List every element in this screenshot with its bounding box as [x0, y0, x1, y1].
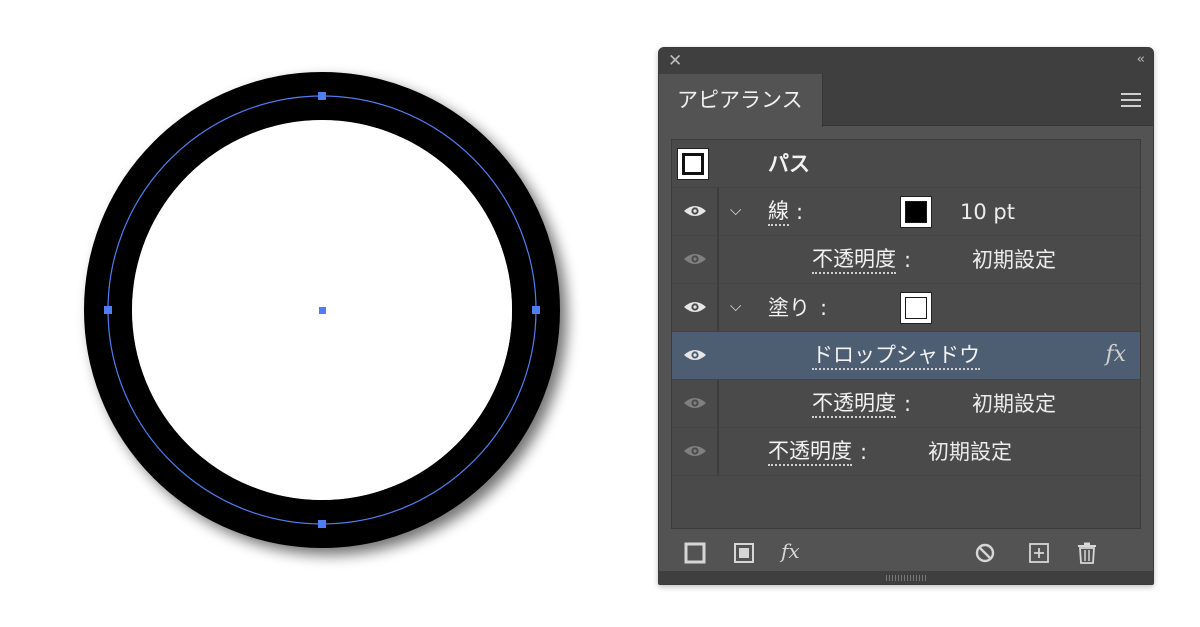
close-icon[interactable]: ✕: [668, 51, 682, 71]
opacity-row[interactable]: 不透明度 : 初期設定: [672, 428, 1140, 476]
opacity-value: 初期設定: [928, 440, 1012, 464]
opacity-colon: :: [860, 440, 868, 464]
anchor-point-top[interactable]: [318, 92, 326, 100]
center-point[interactable]: [319, 307, 326, 314]
fill-opacity-value: 初期設定: [972, 392, 1056, 416]
opacity-label[interactable]: 不透明度: [768, 439, 852, 466]
fill-opacity-row[interactable]: 不透明度 : 初期設定: [672, 380, 1140, 428]
add-new-stroke-icon[interactable]: [683, 541, 707, 565]
clear-appearance-icon[interactable]: [973, 541, 997, 565]
fill-row[interactable]: ⌵ 塗り :: [672, 284, 1140, 332]
appearance-panel: ✕ ‹‹ アピアランス パス ⌵ 線 : 10 pt 不透明度: 初期設定 ⌵…: [658, 47, 1154, 585]
drop-shadow-label[interactable]: ドロップシャドウ: [812, 343, 980, 370]
duplicate-item-icon[interactable]: [1027, 541, 1051, 565]
collapse-icon[interactable]: ‹‹: [1137, 52, 1146, 68]
stroke-opacity-row[interactable]: 不透明度 : 初期設定: [672, 236, 1140, 284]
stroke-opacity-value: 初期設定: [972, 248, 1056, 272]
stroke-label[interactable]: 線: [768, 199, 789, 226]
resize-grip[interactable]: [659, 571, 1153, 584]
visibility-eye-icon[interactable]: [683, 299, 707, 315]
panel-titlebar[interactable]: ✕ ‹‹: [659, 48, 1153, 74]
drop-shadow-row[interactable]: ドロップシャドウ fx: [672, 332, 1140, 380]
fill-label[interactable]: 塗り: [768, 295, 810, 321]
anchor-point-left[interactable]: [104, 306, 112, 314]
fill-opacity-colon: :: [904, 392, 912, 416]
visibility-eye-icon[interactable]: [683, 203, 707, 219]
path-label: パス: [768, 152, 810, 176]
tab-appearance[interactable]: アピアランス: [659, 74, 823, 127]
anchor-point-right[interactable]: [532, 306, 540, 314]
path-thumbnail: [677, 148, 709, 180]
stroke-color-swatch[interactable]: [900, 196, 932, 228]
stroke-row[interactable]: ⌵ 線 : 10 pt: [672, 188, 1140, 236]
visibility-eye-icon[interactable]: [683, 443, 707, 459]
chevron-down-icon[interactable]: ⌵: [730, 297, 741, 315]
appearance-list: パス ⌵ 線 : 10 pt 不透明度 : 初期設定 ⌵ 塗り : ドロップシャ…: [671, 139, 1141, 529]
stroke-colon: :: [796, 200, 804, 224]
anchor-point-bottom[interactable]: [318, 520, 326, 528]
stroke-opacity-colon: :: [904, 248, 912, 272]
add-new-fill-icon[interactable]: [732, 541, 756, 565]
visibility-eye-icon[interactable]: [683, 251, 707, 267]
chevron-down-icon[interactable]: ⌵: [730, 201, 741, 219]
artboard-canvas[interactable]: [0, 0, 640, 627]
fill-color-swatch[interactable]: [900, 292, 932, 324]
path-row[interactable]: パス: [672, 140, 1140, 188]
add-effect-icon[interactable]: fx: [781, 539, 800, 563]
tab-strip: アピアランス: [659, 74, 1153, 127]
fx-icon[interactable]: fx: [1105, 342, 1126, 367]
stroke-weight-value[interactable]: 10 pt: [960, 199, 1015, 225]
fill-opacity-label[interactable]: 不透明度: [812, 391, 896, 418]
tab-label: アピアランス: [677, 88, 803, 112]
fill-colon: :: [820, 296, 828, 320]
visibility-eye-icon[interactable]: [683, 347, 707, 363]
delete-item-icon[interactable]: [1075, 541, 1099, 565]
panel-menu-icon[interactable]: [1121, 93, 1141, 107]
stroke-opacity-label[interactable]: 不透明度: [812, 247, 896, 274]
visibility-eye-icon[interactable]: [683, 395, 707, 411]
